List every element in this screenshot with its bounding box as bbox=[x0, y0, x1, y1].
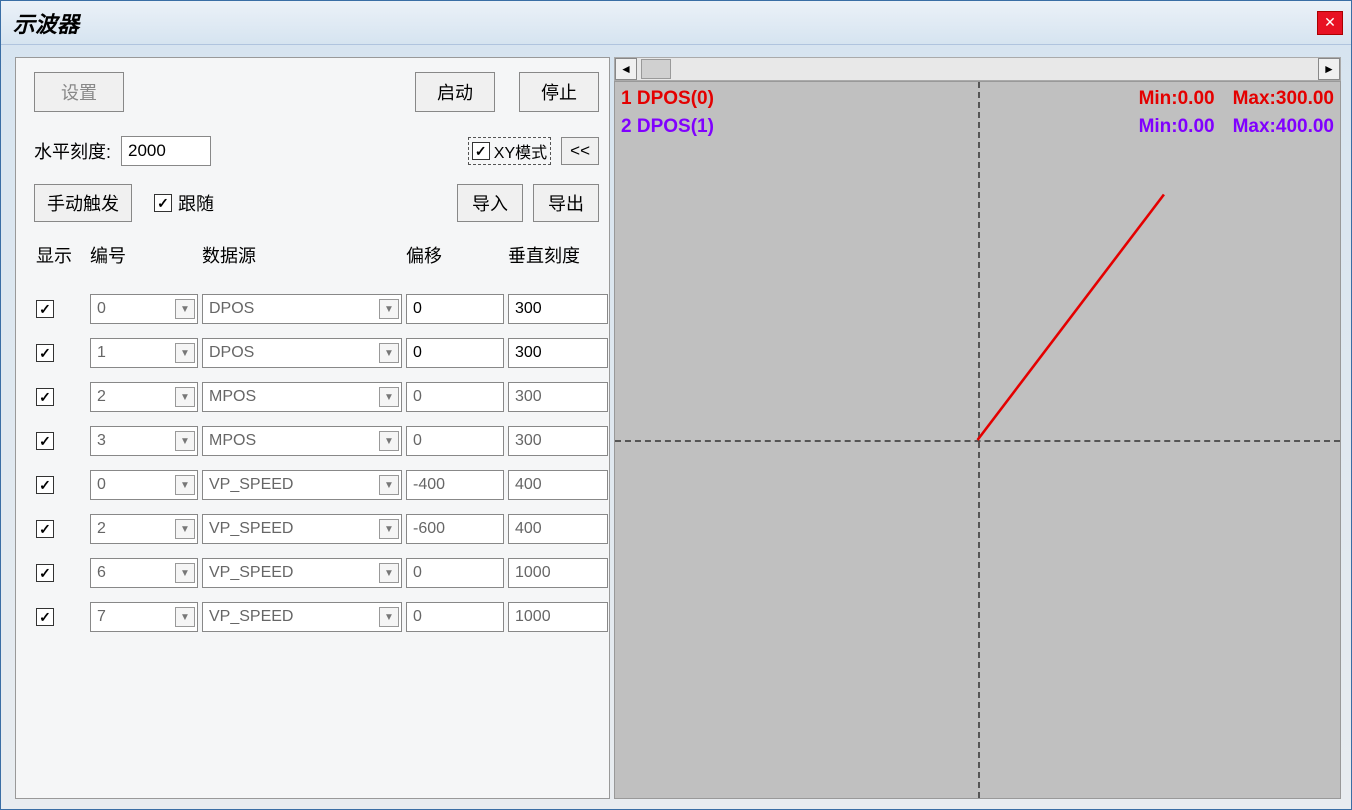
chevron-down-icon: ▼ bbox=[175, 387, 195, 407]
chevron-down-icon: ▼ bbox=[175, 299, 195, 319]
offset-input[interactable]: 0 bbox=[406, 294, 504, 324]
index-select[interactable]: 7▼ bbox=[90, 602, 198, 632]
title-bar: 示波器 ✕ bbox=[1, 1, 1351, 45]
scroll-thumb[interactable] bbox=[641, 59, 671, 79]
chevron-down-icon: ▼ bbox=[379, 607, 399, 627]
horizontal-scrollbar[interactable]: ◄ ► bbox=[614, 57, 1341, 81]
index-select[interactable]: 1▼ bbox=[90, 338, 198, 368]
follow-label: 跟随 bbox=[178, 190, 214, 216]
index-select[interactable]: 0▼ bbox=[90, 294, 198, 324]
scroll-left-button[interactable]: ◄ bbox=[615, 58, 637, 80]
vscale-input[interactable]: 1000 bbox=[508, 558, 608, 588]
channel-row: 0▼DPOS▼0300 bbox=[34, 294, 599, 324]
channel-row: 6▼VP_SPEED▼01000 bbox=[34, 558, 599, 588]
col-source: 数据源 bbox=[202, 242, 402, 268]
settings-button[interactable]: 设置 bbox=[34, 72, 124, 112]
source-select[interactable]: VP_SPEED▼ bbox=[202, 602, 402, 632]
stop-button[interactable]: 停止 bbox=[519, 72, 599, 112]
show-checkbox[interactable] bbox=[36, 344, 54, 362]
import-button[interactable]: 导入 bbox=[457, 184, 523, 222]
chevron-down-icon: ▼ bbox=[379, 299, 399, 319]
index-select[interactable]: 3▼ bbox=[90, 426, 198, 456]
offset-input[interactable]: 0 bbox=[406, 426, 504, 456]
show-checkbox[interactable] bbox=[36, 520, 54, 538]
offset-input[interactable]: 0 bbox=[406, 602, 504, 632]
hscale-label: 水平刻度: bbox=[34, 138, 111, 164]
follow-checkbox[interactable] bbox=[154, 194, 172, 212]
body-area: 设置 启动 停止 水平刻度: XY模式 << 手动触发 bbox=[1, 45, 1351, 809]
xy-mode-label: XY模式 bbox=[494, 139, 547, 163]
vscale-input[interactable]: 300 bbox=[508, 294, 608, 324]
oscilloscope-window: 示波器 ✕ 设置 启动 停止 水平刻度: XY模式 << bbox=[0, 0, 1352, 810]
collapse-button[interactable]: << bbox=[561, 137, 599, 165]
scroll-right-button[interactable]: ► bbox=[1318, 58, 1340, 80]
col-vscale: 垂直刻度 bbox=[508, 242, 608, 268]
vscale-input[interactable]: 1000 bbox=[508, 602, 608, 632]
source-select[interactable]: MPOS▼ bbox=[202, 382, 402, 412]
plot-panel: ◄ ► 1 DPOS(0)Min:0.00Max:300.002 DPOS(1)… bbox=[614, 57, 1341, 799]
chevron-down-icon: ▼ bbox=[175, 519, 195, 539]
vscale-input[interactable]: 300 bbox=[508, 338, 608, 368]
channel-row: 7▼VP_SPEED▼01000 bbox=[34, 602, 599, 632]
chevron-down-icon: ▼ bbox=[379, 343, 399, 363]
source-select[interactable]: VP_SPEED▼ bbox=[202, 558, 402, 588]
offset-input[interactable]: -400 bbox=[406, 470, 504, 500]
chevron-down-icon: ▼ bbox=[175, 475, 195, 495]
start-button[interactable]: 启动 bbox=[415, 72, 495, 112]
vscale-input[interactable]: 300 bbox=[508, 426, 608, 456]
index-select[interactable]: 2▼ bbox=[90, 382, 198, 412]
export-button[interactable]: 导出 bbox=[533, 184, 599, 222]
chevron-down-icon: ▼ bbox=[175, 431, 195, 451]
hscale-input[interactable] bbox=[121, 136, 211, 166]
source-select[interactable]: VP_SPEED▼ bbox=[202, 514, 402, 544]
show-checkbox[interactable] bbox=[36, 476, 54, 494]
chevron-down-icon: ▼ bbox=[175, 607, 195, 627]
trace-line bbox=[978, 195, 1164, 440]
index-select[interactable]: 0▼ bbox=[90, 470, 198, 500]
col-index: 编号 bbox=[90, 242, 198, 268]
channel-row: 2▼MPOS▼0300 bbox=[34, 382, 599, 412]
show-checkbox[interactable] bbox=[36, 608, 54, 626]
col-show: 显示 bbox=[36, 242, 86, 268]
col-offset: 偏移 bbox=[406, 242, 504, 268]
chevron-down-icon: ▼ bbox=[175, 563, 195, 583]
channel-table-header: 显示 编号 数据源 偏移 垂直刻度 bbox=[34, 242, 599, 268]
xy-mode-group[interactable]: XY模式 bbox=[468, 137, 551, 165]
offset-input[interactable]: -600 bbox=[406, 514, 504, 544]
show-checkbox[interactable] bbox=[36, 432, 54, 450]
channel-table-body: 0▼DPOS▼03001▼DPOS▼03002▼MPOS▼03003▼MPOS▼… bbox=[34, 280, 599, 632]
offset-input[interactable]: 0 bbox=[406, 558, 504, 588]
offset-input[interactable]: 0 bbox=[406, 338, 504, 368]
plot-svg bbox=[615, 82, 1340, 798]
show-checkbox[interactable] bbox=[36, 300, 54, 318]
chevron-down-icon: ▼ bbox=[379, 475, 399, 495]
channel-row: 0▼VP_SPEED▼-400400 bbox=[34, 470, 599, 500]
source-select[interactable]: DPOS▼ bbox=[202, 338, 402, 368]
vscale-input[interactable]: 400 bbox=[508, 514, 608, 544]
vscale-input[interactable]: 400 bbox=[508, 470, 608, 500]
index-select[interactable]: 2▼ bbox=[90, 514, 198, 544]
chevron-down-icon: ▼ bbox=[379, 563, 399, 583]
channel-row: 3▼MPOS▼0300 bbox=[34, 426, 599, 456]
plot-area[interactable]: 1 DPOS(0)Min:0.00Max:300.002 DPOS(1)Min:… bbox=[614, 81, 1341, 799]
control-panel: 设置 启动 停止 水平刻度: XY模式 << 手动触发 bbox=[15, 57, 610, 799]
manual-trigger-button[interactable]: 手动触发 bbox=[34, 184, 132, 222]
source-select[interactable]: DPOS▼ bbox=[202, 294, 402, 324]
xy-mode-checkbox[interactable] bbox=[472, 142, 490, 160]
close-button[interactable]: ✕ bbox=[1317, 11, 1343, 35]
show-checkbox[interactable] bbox=[36, 564, 54, 582]
offset-input[interactable]: 0 bbox=[406, 382, 504, 412]
window-title: 示波器 bbox=[13, 7, 79, 39]
chevron-down-icon: ▼ bbox=[379, 431, 399, 451]
chevron-down-icon: ▼ bbox=[379, 387, 399, 407]
show-checkbox[interactable] bbox=[36, 388, 54, 406]
vscale-input[interactable]: 300 bbox=[508, 382, 608, 412]
source-select[interactable]: MPOS▼ bbox=[202, 426, 402, 456]
chevron-down-icon: ▼ bbox=[379, 519, 399, 539]
source-select[interactable]: VP_SPEED▼ bbox=[202, 470, 402, 500]
index-select[interactable]: 6▼ bbox=[90, 558, 198, 588]
chevron-down-icon: ▼ bbox=[175, 343, 195, 363]
channel-row: 1▼DPOS▼0300 bbox=[34, 338, 599, 368]
channel-row: 2▼VP_SPEED▼-600400 bbox=[34, 514, 599, 544]
